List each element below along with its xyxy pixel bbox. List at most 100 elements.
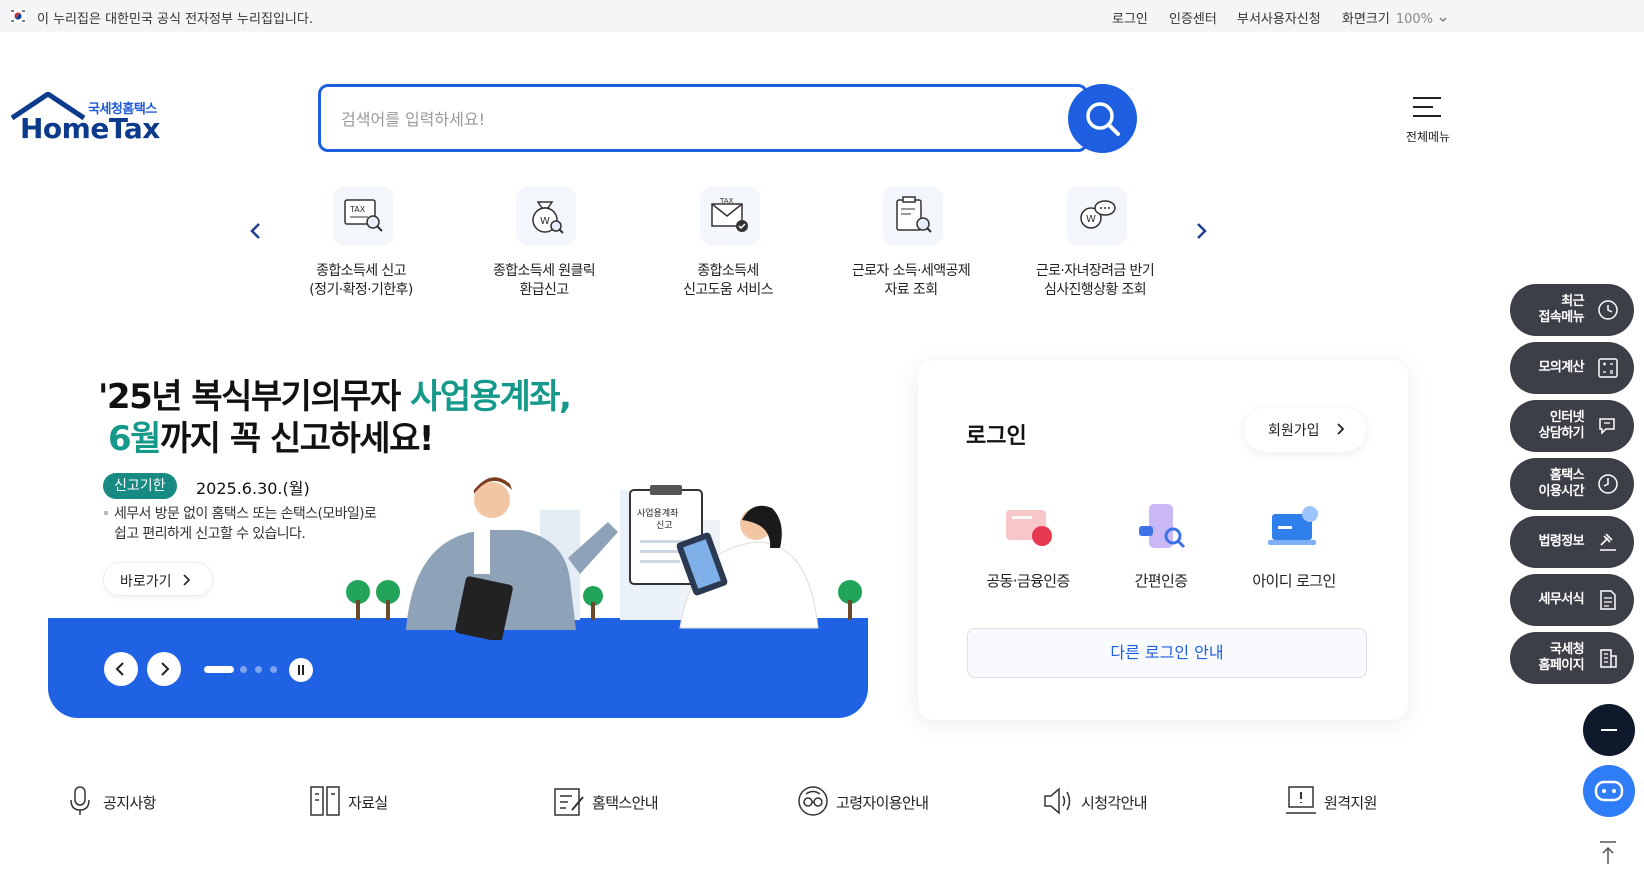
float-law-info[interactable]: 법령정보 [1510, 516, 1634, 568]
collapse-menu-button[interactable] [1583, 704, 1635, 756]
other-login-guide-button[interactable]: 다른 로그인 안내 [967, 628, 1367, 678]
deadline-badge: 신고기한 [103, 473, 177, 499]
login-option-label: 아이디 로그인 [1252, 572, 1336, 590]
gov-notice: 이 누리집은 대한민국 공식 전자정부 누리집입니다. [37, 12, 313, 27]
banner-prev-button[interactable] [104, 652, 138, 686]
login-link[interactable]: 로그인 [1112, 8, 1148, 27]
chevron-right-icon [161, 662, 170, 676]
banner-goto-button[interactable]: 바로가기 [103, 562, 213, 596]
float-recent-menu[interactable]: 최근 접속메뉴 [1510, 284, 1634, 336]
float-tax-forms[interactable]: 세무서식 [1510, 574, 1634, 626]
tree-icon [838, 580, 862, 620]
full-menu-label: 전체메뉴 [1405, 130, 1451, 144]
float-label: 홈택스 이용시간 [1538, 468, 1585, 499]
slide-indicator[interactable] [255, 666, 262, 673]
svg-text:신고: 신고 [656, 520, 673, 531]
quick-service-label: 근로·자녀장려금 반기 심사진행상황 조회 [1035, 263, 1155, 298]
cert-center-link[interactable]: 인증센터 [1169, 8, 1217, 27]
quick-service-income-tax-report[interactable]: TAX 종합소득세 신고 (정기·확정·기한후) [276, 186, 446, 306]
chatbot-button[interactable] [1583, 765, 1635, 817]
bottom-link-label: 공지사항 [103, 794, 156, 812]
login-option-id-login[interactable]: 아이디 로그인 [1234, 500, 1354, 610]
bottom-link-label: 원격지원 [1324, 794, 1377, 812]
banner-next-button[interactable] [147, 652, 181, 686]
svg-text:사업용계좌: 사업용계좌 [637, 507, 678, 519]
float-label: 최근 접속메뉴 [1538, 294, 1585, 325]
banner-title-highlight: 사업용계좌, [410, 377, 572, 417]
quick-prev-arrow-icon[interactable] [246, 220, 266, 242]
gavel-icon [1600, 533, 1616, 551]
login-option-simple-auth[interactable]: 간편인증 [1101, 500, 1221, 610]
svg-text:W: W [1086, 214, 1096, 225]
archive-icon [310, 786, 340, 816]
calculator-icon [1598, 358, 1618, 378]
tax-report-icon: TAX [333, 186, 393, 246]
banner-description: 세무서 방문 없이 홈택스 또는 손택스(모바일)로 쉽고 편리하게 신고할 수… [114, 506, 377, 542]
guide-icon [554, 788, 584, 816]
search-input[interactable] [341, 105, 1021, 133]
building-icon [1600, 649, 1617, 668]
bullet-icon [104, 511, 108, 515]
time-icon [1598, 474, 1618, 494]
banner-pause-button[interactable] [289, 658, 313, 682]
join-label: 회원가입 [1268, 423, 1320, 439]
zoom-label: 화면크기 [1342, 12, 1390, 27]
quick-service-filing-help[interactable]: TAX 종합소득세 신고도움 서비스 [643, 186, 813, 306]
deadline-date: 2025.6.30.(월) [196, 479, 310, 498]
logo-title: HomeTax [20, 112, 160, 145]
quick-service-one-click-refund[interactable]: W 종합소득세 원클릭 환급신고 [459, 186, 629, 306]
svg-text:W: W [540, 216, 550, 227]
join-button[interactable]: 회원가입 [1244, 408, 1366, 452]
quick-service-deduction-inquiry[interactable]: 근로자 소득·세액공제 자료 조회 [826, 186, 996, 306]
float-online-consult[interactable]: 인터넷 상담하기 [1510, 400, 1634, 452]
login-option-label: 공동·금융인증 [986, 572, 1070, 590]
float-label: 국세청 홈페이지 [1538, 642, 1585, 673]
chat-icon [1599, 418, 1615, 435]
banner-title: '25년 복식부기의무자 사업용계좌, 6월까지 꼭 신고하세요! [98, 376, 572, 460]
senior-icon [798, 786, 828, 816]
certificate-icon [1006, 510, 1052, 546]
login-panel: 로그인 회원가입 공동·금융인증 간편인증 아이디 로그인 다른 로그인 안내 [918, 360, 1408, 720]
quick-service-label: 종합소득세 신고 (정기·확정·기한후) [309, 263, 413, 298]
slide-indicator-active[interactable] [204, 666, 234, 673]
search-box [318, 84, 1088, 152]
pause-icon [298, 665, 304, 675]
chevron-right-icon [1337, 423, 1345, 435]
login-option-joint-cert[interactable]: 공동·금융인증 [968, 500, 1088, 610]
float-nts-homepage[interactable]: 국세청 홈페이지 [1510, 632, 1634, 684]
chevron-left-icon [115, 662, 124, 676]
clock-icon [1598, 300, 1618, 320]
quick-service-incentive-status[interactable]: W 근로·자녀장려금 반기 심사진행상황 조회 [1010, 186, 1180, 306]
full-menu-button[interactable]: 전체메뉴 [1392, 94, 1464, 148]
quick-service-label: 근로자 소득·세액공제 자료 조회 [851, 263, 971, 298]
quick-service-label: 종합소득세 신고도움 서비스 [683, 263, 773, 298]
money-bag-icon: W [516, 186, 576, 246]
float-usage-hours[interactable]: 홈택스 이용시간 [1510, 458, 1634, 510]
hamburger-icon [1413, 97, 1441, 117]
slide-indicator[interactable] [240, 666, 247, 673]
tree-icon [583, 586, 603, 620]
float-label: 인터넷 상담하기 [1538, 410, 1585, 441]
banner-illustration: 사업용계좌 신고 [346, 477, 862, 640]
scroll-top-icon[interactable] [1596, 838, 1620, 868]
login-option-label: 간편인증 [1134, 572, 1188, 590]
float-mock-calc[interactable]: 모의계산 [1510, 342, 1634, 394]
minus-icon [1601, 729, 1617, 731]
zoom-control[interactable]: 화면크기 100% [1342, 8, 1447, 27]
float-label: 모의계산 [1538, 360, 1585, 375]
slide-indicator[interactable] [270, 666, 277, 673]
zoom-value: 100% [1395, 12, 1434, 27]
dept-user-link[interactable]: 부서사용자신청 [1237, 8, 1321, 27]
chatbot-icon [1594, 780, 1624, 802]
search-button[interactable] [1068, 84, 1137, 153]
quick-next-arrow-icon[interactable] [1191, 220, 1211, 242]
tree-icon [376, 580, 400, 620]
chevron-right-icon [183, 574, 191, 586]
id-login-icon [1268, 506, 1318, 545]
bottom-link-label: 자료실 [348, 794, 388, 812]
search-icon [1086, 102, 1120, 136]
bottom-link-label: 시청각안내 [1081, 794, 1148, 812]
tree-icon [346, 580, 370, 620]
bottom-link-label: 홈택스안내 [592, 794, 659, 812]
hometax-logo[interactable]: 국세청홈택스 HomeTax [8, 92, 168, 148]
